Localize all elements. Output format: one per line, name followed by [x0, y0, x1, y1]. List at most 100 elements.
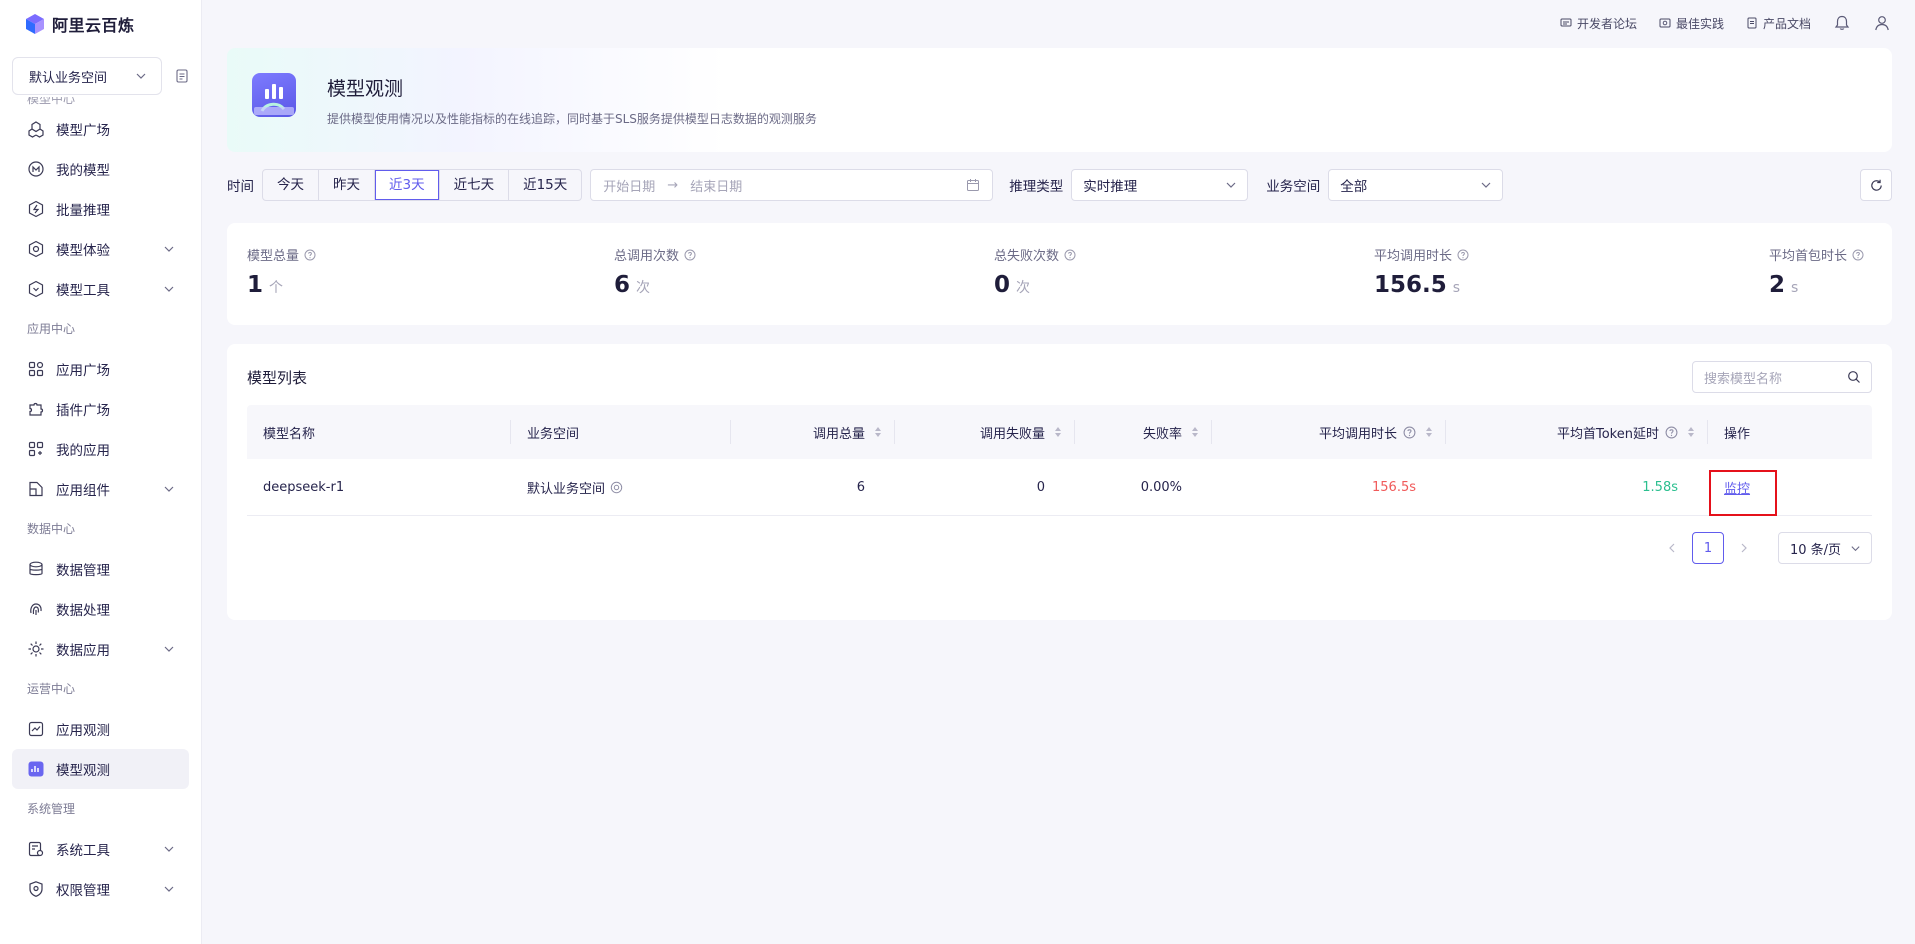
nav-section-model-center: 模型中心 [27, 97, 76, 106]
column-header[interactable]: 调用总量 [731, 405, 895, 459]
sidebar-item-label: 应用广场 [56, 363, 110, 379]
sidebar-item-shield[interactable]: 权限管理 [12, 869, 189, 909]
workspace-select[interactable]: 默认业务空间 [12, 57, 162, 95]
time-range-group: 今天 昨天 近3天 近七天 近15天 [262, 169, 583, 201]
page-size-select[interactable]: 10 条/页 [1778, 532, 1872, 564]
chevron-down-icon [164, 486, 174, 492]
refresh-button[interactable] [1860, 169, 1892, 201]
database-icon [27, 560, 45, 578]
help-icon[interactable] [1665, 426, 1678, 439]
help-icon[interactable] [1403, 426, 1416, 439]
column-header[interactable]: 失败率 [1075, 405, 1212, 459]
sort-icon[interactable] [875, 427, 881, 437]
chevron-down-icon [136, 73, 146, 79]
sidebar-item-toolbox[interactable]: 模型工具 [12, 269, 189, 309]
model-list-card: 模型列表 搜索模型名称 模型名称 业务空间 调用总量 调用失败量 失败率 平均调用时长 平均… [227, 344, 1892, 620]
sidebar-item-grid[interactable]: 应用广场 [12, 349, 189, 389]
stat-unit: 个 [269, 280, 284, 296]
range-option-0[interactable]: 今天 [263, 170, 319, 200]
table-cell: 默认业务空间 [511, 459, 731, 515]
column-header-label: 平均首Token延时 [1557, 426, 1659, 442]
stat-card: 平均首包时长 2 s [1769, 245, 1864, 298]
best-practice-link[interactable]: 最佳实践 [1659, 15, 1724, 32]
sort-icon[interactable] [1688, 427, 1694, 437]
chevron-down-icon [1481, 182, 1491, 188]
document-icon[interactable] [176, 69, 188, 83]
sort-icon[interactable] [1426, 427, 1432, 437]
start-date-input[interactable]: 开始日期 [603, 176, 655, 195]
help-icon[interactable] [1457, 249, 1469, 261]
sidebar-item-puzzle[interactable]: 插件广场 [12, 389, 189, 429]
sort-icon[interactable] [1192, 427, 1198, 437]
sidebar-item-model[interactable]: 我的模型 [12, 149, 189, 189]
logo[interactable]: 阿里云百炼 [24, 13, 135, 35]
sidebar-item-label: 模型广场 [56, 123, 110, 139]
space-select[interactable]: 全部 [1328, 169, 1504, 201]
end-date-input[interactable]: 结束日期 [690, 176, 742, 195]
sidebar-item-database[interactable]: 数据管理 [12, 549, 189, 589]
sidebar-item-label: 模型观测 [56, 763, 110, 779]
space-value: 全部 [1340, 179, 1368, 195]
sidebar-item-my-app[interactable]: 我的应用 [12, 429, 189, 469]
search-icon[interactable] [1847, 370, 1861, 384]
sidebar-item-chart[interactable]: 模型观测 [12, 749, 189, 789]
sidebar-item-component[interactable]: 应用组件 [12, 469, 189, 509]
range-arrow-icon: → [667, 177, 679, 193]
experience-icon [27, 240, 45, 258]
sidebar-item-batch[interactable]: 批量推理 [12, 189, 189, 229]
chevron-down-icon [164, 886, 174, 892]
chevron-down-icon [164, 646, 174, 652]
sidebar-item-fingerprint[interactable]: 数据处理 [12, 589, 189, 629]
stat-card: 总失败次数 0 次 [994, 245, 1076, 298]
model-icon [27, 160, 45, 178]
sidebar-item-label: 系统工具 [56, 843, 110, 859]
stat-label: 平均调用时长 [1374, 249, 1453, 264]
sidebar-item-gear-cluster[interactable]: 数据应用 [12, 629, 189, 669]
range-option-3[interactable]: 近七天 [440, 170, 510, 200]
fail-rate: 0.00% [1140, 479, 1182, 495]
infer-type-select[interactable]: 实时推理 [1071, 169, 1249, 201]
sidebar-item-label: 权限管理 [56, 883, 110, 899]
help-icon[interactable] [1064, 249, 1076, 261]
sidebar-item-monitor[interactable]: 应用观测 [12, 709, 189, 749]
prev-page-button[interactable] [1656, 532, 1688, 564]
forum-link[interactable]: 开发者论坛 [1560, 15, 1637, 32]
sidebar-item-label: 数据应用 [56, 643, 110, 659]
stat-label: 模型总量 [247, 249, 300, 264]
workspace-settings-icon[interactable] [610, 481, 623, 494]
search-input[interactable]: 搜索模型名称 [1704, 368, 1847, 387]
range-option-4[interactable]: 近15天 [509, 170, 581, 200]
sidebar-item-label: 批量推理 [56, 203, 110, 219]
stat-label: 总失败次数 [994, 249, 1060, 264]
column-header[interactable]: 平均调用时长 [1212, 405, 1446, 459]
model-search[interactable]: 搜索模型名称 [1692, 361, 1872, 393]
user-icon[interactable] [1873, 14, 1891, 32]
my-app-icon [27, 440, 45, 458]
model-name: deepseek-r1 [263, 479, 345, 495]
stat-unit: s [1452, 280, 1461, 296]
stat-value: 2 [1769, 272, 1786, 298]
sidebar-item-experience[interactable]: 模型体验 [12, 229, 189, 269]
list-title: 模型列表 [247, 369, 308, 387]
help-icon[interactable] [1852, 249, 1864, 261]
table-cell: 1.58s [1446, 459, 1708, 515]
help-icon[interactable] [304, 249, 316, 261]
grid-icon [27, 360, 45, 378]
avg-call-duration: 156.5s [1372, 479, 1416, 495]
column-header[interactable]: 平均首Token延时 [1446, 405, 1708, 459]
table-body: deepseek-r1 默认业务空间 6 0 0.00% 156.5s 1.58s 监控 [247, 459, 1872, 516]
next-page-button[interactable] [1728, 532, 1760, 564]
product-docs-link[interactable]: 产品文档 [1746, 15, 1811, 32]
range-option-1[interactable]: 昨天 [319, 170, 375, 200]
stat-label: 平均首包时长 [1769, 249, 1848, 264]
page-number[interactable]: 1 [1692, 532, 1724, 564]
help-icon[interactable] [684, 249, 696, 261]
bell-icon[interactable] [1833, 14, 1851, 32]
range-option-2[interactable]: 近3天 [375, 170, 440, 200]
sort-icon[interactable] [1055, 427, 1061, 437]
sidebar-item-tools[interactable]: 系统工具 [12, 829, 189, 869]
column-header[interactable]: 调用失败量 [895, 405, 1075, 459]
date-range-picker[interactable]: 开始日期 → 结束日期 [590, 169, 994, 201]
sidebar-item-cube-cluster[interactable]: 模型广场 [12, 109, 189, 149]
stat-card: 总调用次数 6 次 [614, 245, 696, 298]
